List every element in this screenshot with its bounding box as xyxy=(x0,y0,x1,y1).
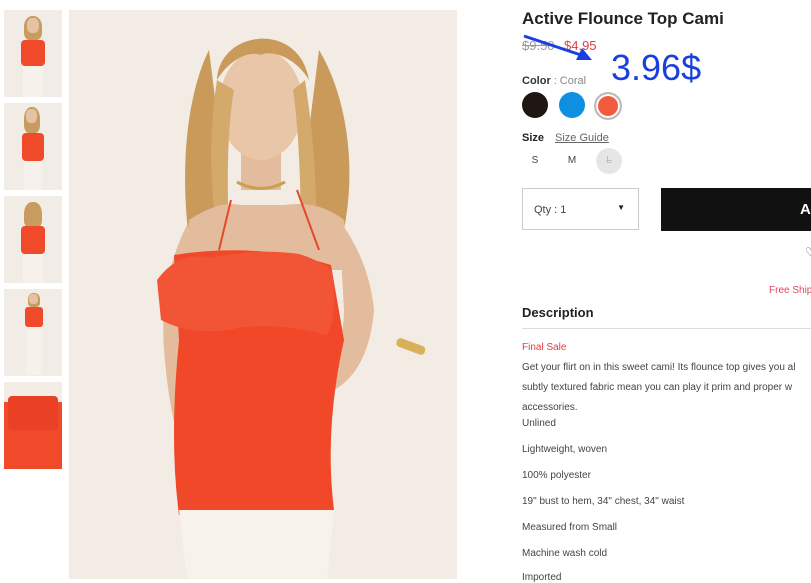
quantity-select[interactable]: Qty : 1 ▼ xyxy=(522,188,639,230)
size-option-m[interactable]: M xyxy=(559,148,585,174)
chevron-down-icon: ▼ xyxy=(617,203,625,212)
thumbnail-detail[interactable] xyxy=(4,382,62,469)
color-swatch-blue[interactable] xyxy=(559,92,585,118)
spec-item: 19" bust to hem, 34" chest, 34" waist xyxy=(522,496,685,507)
divider xyxy=(522,328,811,329)
size-guide-link[interactable]: Size Guide xyxy=(555,132,609,144)
model-illustration xyxy=(69,10,457,579)
product-info-panel: Active Flounce Top Cami $9.50 $4.95 3.96… xyxy=(522,0,811,583)
spec-item: Measured from Small xyxy=(522,522,618,533)
description-heading: Description xyxy=(522,305,594,320)
quantity-label: Qty : 1 xyxy=(534,204,567,216)
spec-item: Lightweight, woven xyxy=(522,444,608,455)
heart-icon[interactable]: ♡ xyxy=(805,245,811,259)
annotation-arrow-icon xyxy=(523,34,592,60)
thumbnail-side[interactable] xyxy=(4,103,62,190)
thumbnail-strip xyxy=(4,10,62,475)
description-line: subtly textured fabric mean you can play… xyxy=(522,382,793,393)
spec-item: 100% polyester xyxy=(522,470,591,481)
product-title: Active Flounce Top Cami xyxy=(522,9,724,28)
final-sale-label: Final Sale xyxy=(522,342,567,353)
color-label: Color: Coral xyxy=(522,75,587,87)
thumbnail-front[interactable] xyxy=(4,10,62,97)
spec-item: Unlined xyxy=(522,418,556,429)
spec-item: Imported xyxy=(522,572,562,583)
free-shipping-text: Free Shipp xyxy=(769,285,811,296)
description-line: Get your flirt on in this sweet cami! It… xyxy=(522,362,796,373)
description-line: accessories. xyxy=(522,402,578,413)
annotation-price: 3.96$ xyxy=(611,47,702,88)
size-option-l[interactable]: L xyxy=(596,148,622,174)
size-option-s[interactable]: S xyxy=(522,148,548,174)
main-product-image xyxy=(69,10,457,579)
spec-item: Machine wash cold xyxy=(522,548,608,559)
thumbnail-full[interactable] xyxy=(4,289,62,376)
color-swatch-black[interactable] xyxy=(522,92,548,118)
description-text: Get your flirt on in this sweet cami! It… xyxy=(522,358,811,418)
size-label: Size xyxy=(522,132,545,144)
color-value: Coral xyxy=(559,75,587,87)
color-swatch-coral[interactable] xyxy=(594,92,622,120)
add-to-bag-button[interactable]: A xyxy=(661,188,811,231)
thumbnail-back[interactable] xyxy=(4,196,62,283)
